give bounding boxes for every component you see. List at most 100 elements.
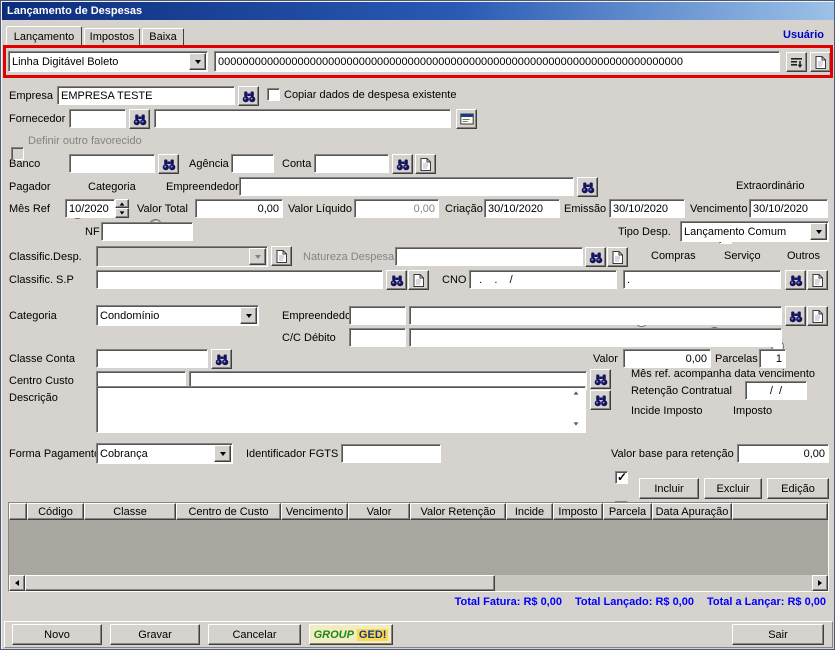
descricao-textarea[interactable] xyxy=(96,386,586,433)
grid-header-indicator xyxy=(9,503,27,520)
grid-header-parcela[interactable]: Parcela xyxy=(603,503,652,520)
conta-input[interactable] xyxy=(314,154,389,173)
gravar-button[interactable]: Gravar xyxy=(110,624,200,645)
nf-input[interactable] xyxy=(101,222,193,241)
group-ged-button[interactable]: GROUP GED! xyxy=(309,624,393,645)
descricao-search-button[interactable] xyxy=(590,390,611,410)
tab-baixa[interactable]: Baixa xyxy=(142,28,184,46)
forma-pagamento-dropdown[interactable]: Cobrança xyxy=(96,443,233,464)
spin-down-button[interactable] xyxy=(115,208,129,218)
scroll-right-button[interactable] xyxy=(812,575,828,591)
cc-debito-code-input[interactable] xyxy=(349,328,406,347)
tab-lancamento[interactable]: Lançamento xyxy=(6,26,82,47)
grid-header-codigo[interactable]: Código xyxy=(27,503,84,520)
retencao-data-input[interactable] xyxy=(745,381,807,400)
fornecedor-search-button[interactable] xyxy=(129,109,150,129)
grid-header-valor-retencao[interactable]: Valor Retenção xyxy=(410,503,506,520)
classific-sp-input[interactable] xyxy=(96,270,383,289)
binoculars-icon xyxy=(242,90,256,103)
chevron-up-icon xyxy=(119,201,125,206)
cno-search-button[interactable] xyxy=(785,270,806,290)
classific-sp-new-button[interactable] xyxy=(408,270,429,290)
banco-label: Banco xyxy=(9,158,41,170)
fornecedor-code-input[interactable] xyxy=(69,109,126,128)
valor-base-input[interactable] xyxy=(737,444,829,463)
conta-search-button[interactable] xyxy=(392,154,413,174)
boleto-type-dropdown[interactable]: Linha Digitável Boleto xyxy=(8,51,208,72)
excluir-button[interactable]: Excluir xyxy=(704,478,762,499)
empreendedor-new-button[interactable] xyxy=(807,306,828,326)
grid-header-valor[interactable]: Valor xyxy=(348,503,410,520)
grid-horizontal-scrollbar[interactable] xyxy=(9,575,828,591)
empresa-label: Empresa xyxy=(9,90,54,102)
cc-debito-name-input[interactable] xyxy=(409,328,782,347)
empresa-search-button[interactable] xyxy=(238,86,259,106)
classific-sp-search-button[interactable] xyxy=(386,270,407,290)
tipo-desp-dropdown[interactable]: Lançamento Comum xyxy=(680,221,829,242)
grid-header-centro-custo[interactable]: Centro de Custo xyxy=(176,503,281,520)
grid-header-imposto[interactable]: Imposto xyxy=(553,503,603,520)
grid-header-incide[interactable]: Incide xyxy=(506,503,553,520)
natureza-input[interactable] xyxy=(395,247,583,266)
sair-button[interactable]: Sair xyxy=(732,624,824,645)
mes-ref-acompanha-checkbox[interactable] xyxy=(615,470,628,484)
dropdown-arrow-button[interactable] xyxy=(240,307,257,324)
fornecedor-details-button[interactable] xyxy=(456,109,477,129)
empreendedor-search-button[interactable] xyxy=(785,306,806,326)
incluir-button[interactable]: Incluir xyxy=(639,478,699,499)
classific-desp-new-button[interactable] xyxy=(271,246,292,266)
fornecedor-name-input[interactable] xyxy=(154,109,451,128)
scroll-up-icon[interactable] xyxy=(573,391,579,395)
pagador-label: Pagador xyxy=(9,181,51,193)
cno-secondary-input[interactable] xyxy=(623,270,781,289)
scroll-down-icon[interactable] xyxy=(573,422,579,426)
copy-expense-checkbox[interactable] xyxy=(267,88,280,101)
natureza-new-button[interactable] xyxy=(607,247,628,267)
scroll-track[interactable] xyxy=(495,575,812,591)
empreendedor-name-input[interactable] xyxy=(409,306,782,325)
centro-custo-search-button[interactable] xyxy=(590,369,611,389)
title-bar[interactable]: Lançamento de Despesas xyxy=(2,2,834,20)
boleto-new-button[interactable] xyxy=(810,52,831,72)
dropdown-arrow-button[interactable] xyxy=(214,445,231,462)
novo-button[interactable]: Novo xyxy=(12,624,102,645)
total-fatura: Total Fatura: R$ 0,00 xyxy=(454,596,562,608)
pagador-input[interactable] xyxy=(239,177,574,196)
scroll-left-button[interactable] xyxy=(9,575,25,591)
edicao-button[interactable]: Edição xyxy=(767,478,829,499)
grid-header-vencimento[interactable]: Vencimento xyxy=(281,503,348,520)
cno-input[interactable] xyxy=(469,270,617,289)
cno-new-button[interactable] xyxy=(807,270,828,290)
fgts-input[interactable] xyxy=(341,444,441,463)
pagador-search-button[interactable] xyxy=(577,177,598,197)
natureza-search-button[interactable] xyxy=(585,247,606,267)
dropdown-arrow-button[interactable] xyxy=(810,223,827,240)
scroll-thumb[interactable] xyxy=(25,575,495,591)
categoria-dropdown[interactable]: Condomínio xyxy=(96,305,259,326)
grid-body[interactable] xyxy=(9,520,828,575)
classe-conta-input[interactable] xyxy=(96,349,208,368)
binoculars-icon xyxy=(396,158,410,171)
mes-ref-input[interactable] xyxy=(65,199,115,218)
criacao-input[interactable] xyxy=(484,199,560,218)
boleto-number-input[interactable] xyxy=(214,51,780,72)
agencia-input[interactable] xyxy=(231,154,274,173)
empresa-input[interactable] xyxy=(57,86,235,105)
emissao-input[interactable] xyxy=(609,199,685,218)
grid-header-classe[interactable]: Classe xyxy=(84,503,176,520)
classe-conta-search-button[interactable] xyxy=(211,349,232,369)
dropdown-arrow-button[interactable] xyxy=(189,53,206,70)
spin-up-button[interactable] xyxy=(115,199,129,208)
empreendedor-code-input[interactable] xyxy=(349,306,406,325)
cno-label: CNO xyxy=(442,274,467,286)
banco-search-button[interactable] xyxy=(158,154,179,174)
grid-header-data-apuracao[interactable]: Data Apuração xyxy=(652,503,732,520)
tab-impostos[interactable]: Impostos xyxy=(84,28,140,46)
conta-new-button[interactable] xyxy=(415,154,436,174)
banco-input[interactable] xyxy=(69,154,155,173)
cancelar-button[interactable]: Cancelar xyxy=(208,624,301,645)
tipo-desp-label: Tipo Desp. xyxy=(618,226,671,238)
vencimento-input[interactable] xyxy=(749,199,828,218)
valor-total-input[interactable] xyxy=(195,199,283,218)
boleto-apply-button[interactable] xyxy=(786,52,807,72)
